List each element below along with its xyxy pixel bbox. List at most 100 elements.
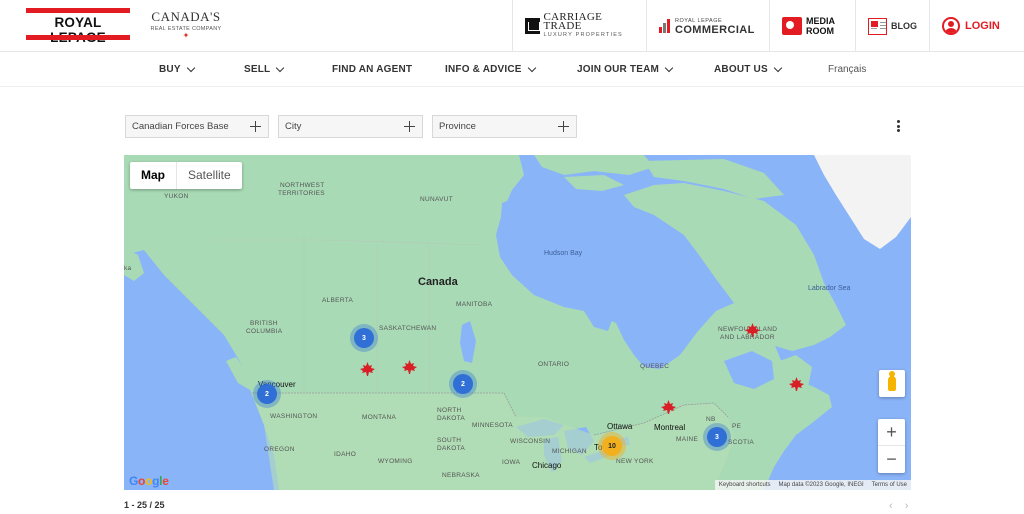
map-label-manitoba: MANITOBA xyxy=(456,301,493,308)
carriage-trade-subtitle: LUXURY PROPERTIES xyxy=(543,31,623,38)
nav-about-us-label: ABOUT US xyxy=(714,64,768,75)
map-label-south-dakota-2: DAKOTA xyxy=(437,445,466,452)
map-label-pe: PE xyxy=(732,423,742,430)
map-label-ontario: ONTARIO xyxy=(538,361,570,368)
filter-forces-base[interactable]: Canadian Forces Base xyxy=(125,115,269,138)
keyboard-shortcuts-link[interactable]: Keyboard shortcuts xyxy=(715,482,775,488)
filter-province[interactable]: Province xyxy=(432,115,577,138)
maple-leaf-pin-icon[interactable] xyxy=(745,323,760,337)
blog-link[interactable]: BLOG xyxy=(855,0,929,52)
map-label-south-dakota-1: SOUTH xyxy=(437,437,462,444)
map-type-map-button[interactable]: Map xyxy=(130,162,176,189)
chevron-down-icon xyxy=(773,63,783,73)
map-cluster-saskatchewan[interactable]: 3 xyxy=(354,328,374,348)
user-icon xyxy=(942,17,960,35)
map-label-michigan: MICHIGAN xyxy=(552,448,587,455)
nav-join-team[interactable]: JOIN OUR TEAM xyxy=(577,52,674,87)
maple-leaf-pin-icon[interactable] xyxy=(402,360,417,374)
google-logo: Google xyxy=(129,474,169,488)
chevron-down-icon xyxy=(276,63,285,73)
commercial-title: COMMERCIAL xyxy=(675,24,755,36)
login-label: LOGIN xyxy=(965,20,1000,32)
map-label-nwt-1: NORTHWEST xyxy=(280,182,325,189)
more-options-icon[interactable] xyxy=(897,120,901,134)
media-room-icon xyxy=(782,17,802,35)
map-label-washington: WASHINGTON xyxy=(270,413,318,420)
map-label-canada: Canada xyxy=(418,276,458,288)
maple-leaf-pin-icon[interactable] xyxy=(789,377,804,391)
filter-forces-base-label: Canadian Forces Base xyxy=(132,121,229,132)
map-label-bc-2: COLUMBIA xyxy=(246,328,283,335)
map-label-nebraska: NEBRASKA xyxy=(442,472,480,479)
carriage-trade-icon xyxy=(525,18,540,34)
maple-leaf-pin-icon[interactable] xyxy=(360,362,375,376)
carriage-trade-title: CARRIAGE TRADE xyxy=(543,10,603,32)
main-nav: BUY SELL FIND AN AGENT INFO & ADVICE JOI… xyxy=(0,52,1024,87)
logo-text: ROYAL LEPAGE xyxy=(50,15,106,45)
plus-icon xyxy=(250,121,261,132)
map-label-montana: MONTANA xyxy=(362,414,397,421)
map-label-montreal: Montreal xyxy=(654,423,686,432)
carriage-trade-link[interactable]: CARRIAGE TRADE LUXURY PROPERTIES xyxy=(512,0,646,52)
map-canvas[interactable]: Map Satellite YUKON NORTHWEST TERRITORIE… xyxy=(124,155,911,490)
chevron-down-icon xyxy=(664,63,674,73)
nav-info-advice[interactable]: INFO & ADVICE xyxy=(445,52,536,87)
map-label-idaho: IDAHO xyxy=(334,451,357,458)
site-header: ROYAL LEPAGE CANADA'S REAL ESTATE COMPAN… xyxy=(0,0,1024,52)
map-label-labrador-sea: Labrador Sea xyxy=(808,285,851,292)
filter-city-label: City xyxy=(285,121,302,132)
map-label-nwt-2: TERRITORIES xyxy=(278,190,325,197)
map-data-credit: Map data ©2023 Google, INEGI xyxy=(778,482,864,488)
zoom-out-button[interactable]: − xyxy=(878,446,905,473)
map-label-wyoming: WYOMING xyxy=(378,458,413,465)
nav-buy-label: BUY xyxy=(159,64,181,75)
royal-lepage-logo[interactable]: ROYAL LEPAGE xyxy=(26,8,130,45)
pegman-icon xyxy=(888,371,896,391)
nav-find-agent[interactable]: FIND AN AGENT xyxy=(332,52,412,87)
map-attribution: Keyboard shortcuts Map data ©2023 Google… xyxy=(714,480,911,490)
media-room-link[interactable]: MEDIA ROOM xyxy=(769,0,855,52)
street-view-pegman[interactable] xyxy=(879,370,905,397)
map-label-north-dakota-1: NORTH xyxy=(437,407,462,414)
chevron-down-icon xyxy=(527,63,536,73)
media-room-line1: MEDIA xyxy=(806,16,835,26)
map-cluster-toronto[interactable]: 10 xyxy=(602,436,622,456)
nav-about-us[interactable]: ABOUT US xyxy=(714,52,783,87)
media-room-line2: ROOM xyxy=(806,26,834,36)
login-button[interactable]: LOGIN xyxy=(929,0,1024,52)
filter-province-label: Province xyxy=(439,121,476,132)
map-cluster-maritimes[interactable]: 3 xyxy=(707,427,727,447)
commercial-bars-icon xyxy=(659,19,671,33)
map-label-oregon: OREGON xyxy=(264,446,295,453)
map-label-quebec: QUEBEC xyxy=(640,363,670,370)
zoom-in-button[interactable]: + xyxy=(878,419,905,446)
chevron-down-icon xyxy=(186,63,195,73)
filter-city[interactable]: City xyxy=(278,115,423,138)
nav-buy[interactable]: BUY xyxy=(159,52,195,87)
map-cluster-manitoba[interactable]: 2 xyxy=(453,374,473,394)
map-label-ottawa: Ottawa xyxy=(607,422,633,431)
logo-bar-bottom xyxy=(26,35,130,40)
language-toggle[interactable]: Français xyxy=(828,52,866,87)
map-label-bc-1: BRITISH xyxy=(250,320,278,327)
map-label-minnesota: MINNESOTA xyxy=(472,422,513,429)
map-label-north-dakota-2: DAKOTA xyxy=(437,415,466,422)
plus-icon xyxy=(404,121,415,132)
map-label-nova-scotia: SCOTIA xyxy=(728,439,754,446)
commercial-link[interactable]: ROYAL LEPAGE COMMERCIAL xyxy=(646,0,769,52)
maple-leaf-pin-icon[interactable] xyxy=(661,400,676,414)
map-type-satellite-button[interactable]: Satellite xyxy=(176,162,242,189)
nav-find-agent-label: FIND AN AGENT xyxy=(332,64,413,75)
pagination: ‹ › xyxy=(880,500,908,512)
map-cluster-vancouver[interactable]: 2 xyxy=(257,384,277,404)
prev-page-button[interactable]: ‹ xyxy=(889,500,893,512)
nav-sell[interactable]: SELL xyxy=(244,52,285,87)
plus-icon xyxy=(558,121,569,132)
blog-label: BLOG xyxy=(891,21,917,31)
next-page-button[interactable]: › xyxy=(905,500,909,512)
canadas-real-estate-logo[interactable]: CANADA'S REAL ESTATE COMPANY ✦ xyxy=(150,9,222,45)
map-label-hudson-bay: Hudson Bay xyxy=(544,250,583,257)
terms-of-use-link[interactable]: Terms of Use xyxy=(868,482,911,488)
results-count: 1 - 25 / 25 xyxy=(124,500,165,510)
map-label-new-york: NEW YORK xyxy=(616,458,654,465)
